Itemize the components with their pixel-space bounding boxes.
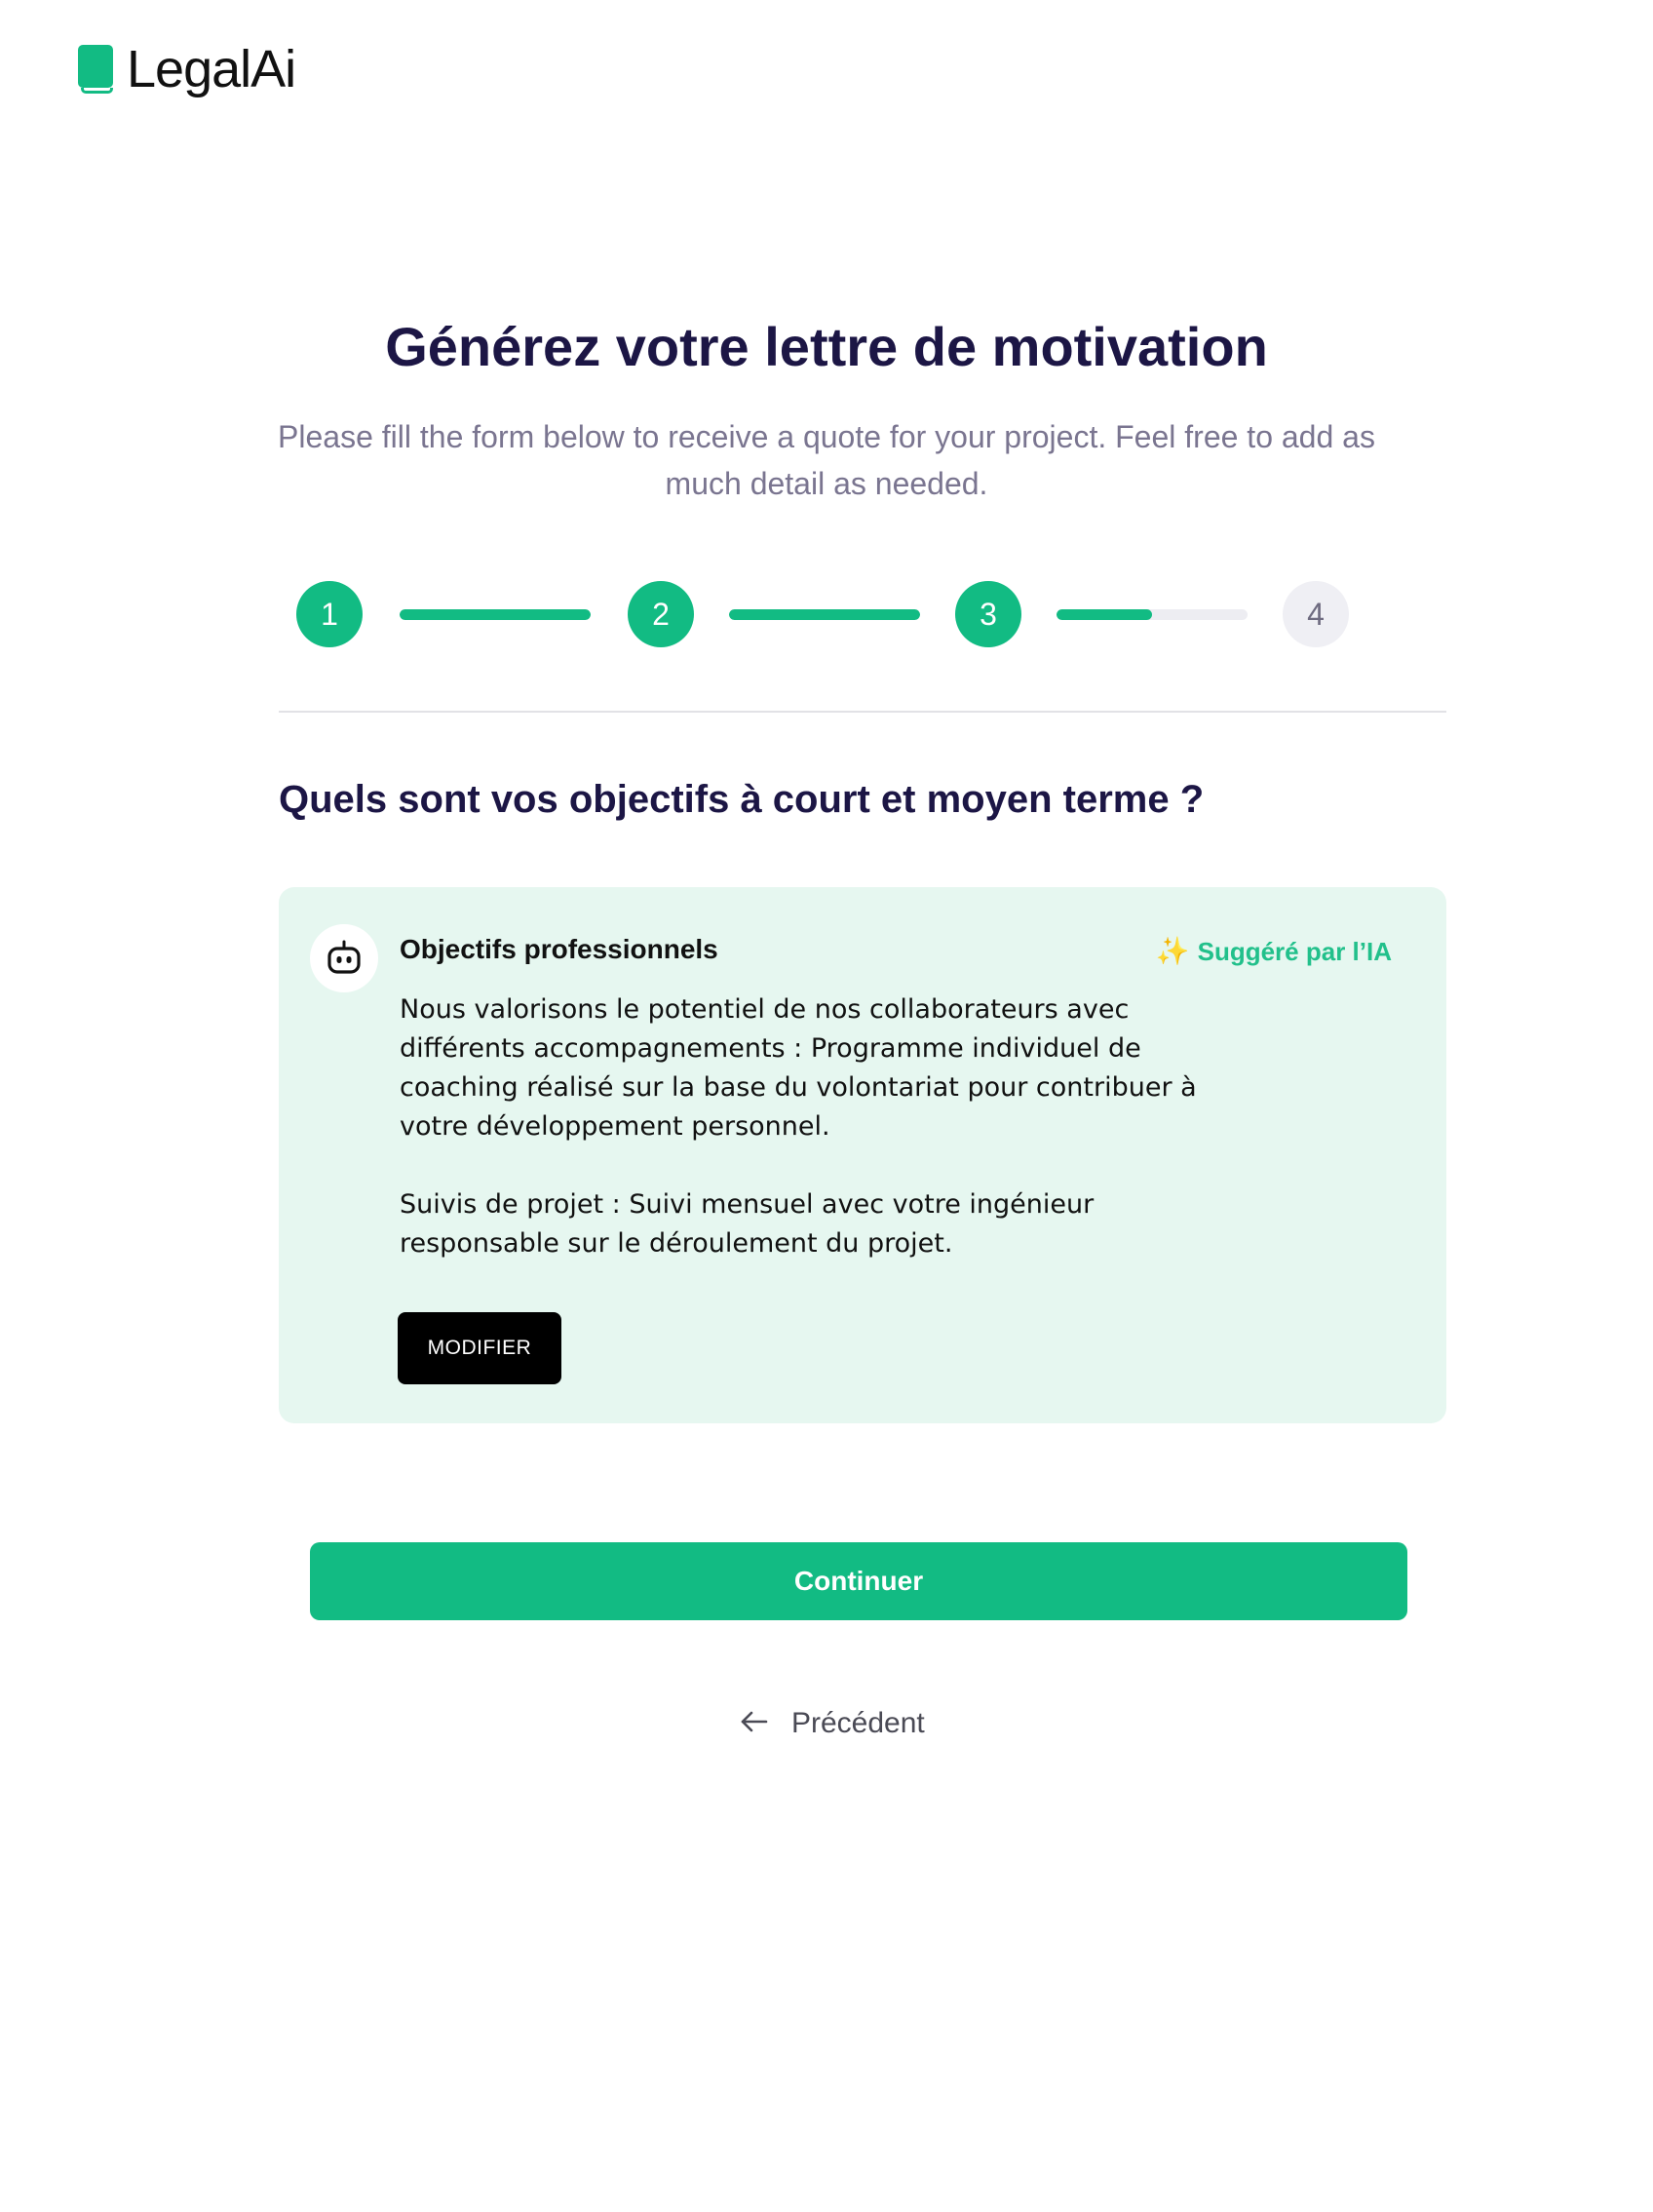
suggestion-title: Objectifs professionnels (400, 934, 718, 964)
suggestion-paragraph: Nous valorisons le potentiel de nos coll… (400, 994, 1197, 1142)
ai-suggestion-card: Objectifs professionnels ✨ Suggéré par l… (279, 887, 1446, 1423)
previous-link[interactable]: Précédent (739, 1700, 925, 1747)
step-connector-3 (1057, 609, 1248, 620)
continue-button[interactable]: Continuer (310, 1542, 1407, 1620)
step-1: 1 (296, 581, 363, 647)
step-4: 4 (1283, 581, 1349, 647)
modify-button[interactable]: MODIFIER (398, 1312, 561, 1384)
suggestion-paragraph: Suivis de projet : Suivi mensuel avec vo… (400, 1189, 1095, 1259)
arrow-left-icon (739, 1706, 770, 1742)
page-subtitle: Please fill the form below to receive a … (278, 419, 1375, 501)
step-connector-1 (400, 609, 591, 620)
previous-label: Précédent (791, 1707, 925, 1739)
step-3: 3 (955, 581, 1021, 647)
sparkle-icon: ✨ (1155, 936, 1190, 966)
question-title: Quels sont vos objectifs à court et moye… (279, 778, 1205, 821)
step-connector-2 (729, 609, 920, 620)
brand-logo[interactable]: LegalAi (78, 40, 296, 98)
ai-badge-label: Suggéré par l’IA (1197, 937, 1392, 966)
ai-suggested-badge: ✨ Suggéré par l’IA (1156, 934, 1392, 969)
step-2: 2 (628, 581, 694, 647)
section-divider (279, 711, 1446, 713)
robot-icon (310, 924, 378, 992)
brand-name: LegalAi (127, 40, 296, 98)
book-icon (78, 45, 113, 94)
page-title: Générez votre lettre de motivation (385, 316, 1268, 377)
suggestion-text: Nous valorisons le potentiel de nos coll… (400, 990, 1218, 1263)
progress-stepper: 1 2 3 4 (296, 581, 1357, 647)
